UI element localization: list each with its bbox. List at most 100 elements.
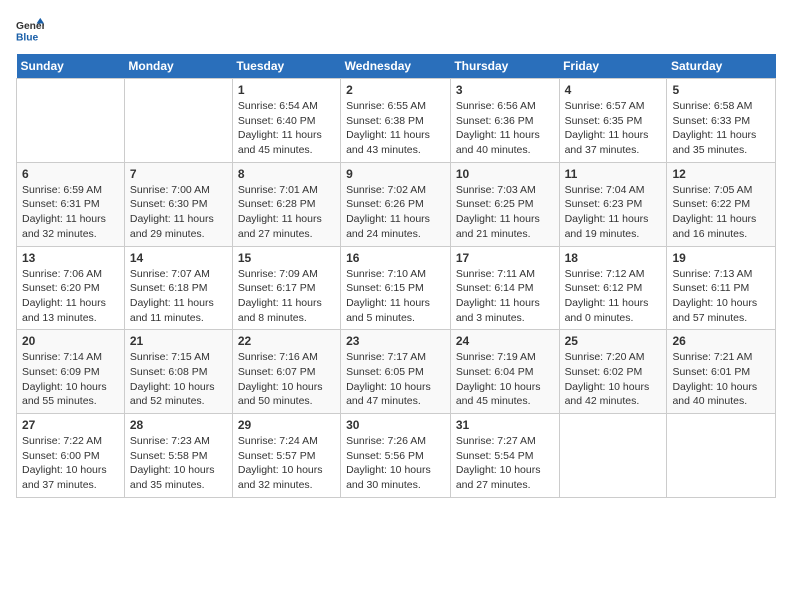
day-info: Sunrise: 6:58 AM Sunset: 6:33 PM Dayligh… xyxy=(672,99,770,158)
day-info: Sunrise: 7:07 AM Sunset: 6:18 PM Dayligh… xyxy=(130,267,227,326)
calendar-cell: 3 Sunrise: 6:56 AM Sunset: 6:36 PM Daylig… xyxy=(450,79,559,163)
day-number: 18 xyxy=(565,251,662,265)
calendar-cell: 29 Sunrise: 7:24 AM Sunset: 5:57 PM Dayli… xyxy=(232,414,340,498)
calendar-cell: 28 Sunrise: 7:23 AM Sunset: 5:58 PM Dayli… xyxy=(124,414,232,498)
day-number: 25 xyxy=(565,334,662,348)
day-info: Sunrise: 7:16 AM Sunset: 6:07 PM Dayligh… xyxy=(238,350,335,409)
day-info: Sunrise: 7:20 AM Sunset: 6:02 PM Dayligh… xyxy=(565,350,662,409)
day-number: 30 xyxy=(346,418,445,432)
day-number: 15 xyxy=(238,251,335,265)
day-number: 23 xyxy=(346,334,445,348)
weekday-header: Monday xyxy=(124,54,232,79)
calendar-cell: 20Sunrise: 7:14 AM Sunset: 6:09 PM Dayli… xyxy=(17,330,125,414)
day-info: Sunrise: 7:26 AM Sunset: 5:56 PM Dayligh… xyxy=(346,434,445,493)
calendar-cell: 14 Sunrise: 7:07 AM Sunset: 6:18 PM Dayli… xyxy=(124,246,232,330)
calendar-cell: 21 Sunrise: 7:15 AM Sunset: 6:08 PM Dayli… xyxy=(124,330,232,414)
day-info: Sunrise: 7:03 AM Sunset: 6:25 PM Dayligh… xyxy=(456,183,554,242)
day-number: 26 xyxy=(672,334,770,348)
calendar-week-row: 6 Sunrise: 6:59 AM Sunset: 6:31 PM Daylig… xyxy=(17,162,776,246)
weekday-header: Tuesday xyxy=(232,54,340,79)
day-info: Sunrise: 7:01 AM Sunset: 6:28 PM Dayligh… xyxy=(238,183,335,242)
calendar-cell xyxy=(124,79,232,163)
day-info: Sunrise: 7:06 AM Sunset: 6:20 PM Dayligh… xyxy=(22,267,119,326)
day-info: Sunrise: 6:59 AM Sunset: 6:31 PM Dayligh… xyxy=(22,183,119,242)
day-info: Sunrise: 7:23 AM Sunset: 5:58 PM Dayligh… xyxy=(130,434,227,493)
day-number: 11 xyxy=(565,167,662,181)
weekday-header: Wednesday xyxy=(341,54,451,79)
day-info: Sunrise: 7:12 AM Sunset: 6:12 PM Dayligh… xyxy=(565,267,662,326)
day-number: 14 xyxy=(130,251,227,265)
calendar-cell: 1 Sunrise: 6:54 AM Sunset: 6:40 PM Daylig… xyxy=(232,79,340,163)
day-number: 28 xyxy=(130,418,227,432)
day-info: Sunrise: 7:24 AM Sunset: 5:57 PM Dayligh… xyxy=(238,434,335,493)
calendar-cell: 2Sunrise: 6:55 AM Sunset: 6:38 PM Daylig… xyxy=(341,79,451,163)
day-number: 13 xyxy=(22,251,119,265)
day-number: 3 xyxy=(456,83,554,97)
calendar-cell: 27 Sunrise: 7:22 AM Sunset: 6:00 PM Dayli… xyxy=(17,414,125,498)
day-info: Sunrise: 7:11 AM Sunset: 6:14 PM Dayligh… xyxy=(456,267,554,326)
calendar-cell: 15 Sunrise: 7:09 AM Sunset: 6:17 PM Dayli… xyxy=(232,246,340,330)
calendar-cell: 13 Sunrise: 7:06 AM Sunset: 6:20 PM Dayli… xyxy=(17,246,125,330)
calendar-week-row: 27 Sunrise: 7:22 AM Sunset: 6:00 PM Dayli… xyxy=(17,414,776,498)
calendar-cell: 19 Sunrise: 7:13 AM Sunset: 6:11 PM Dayli… xyxy=(667,246,776,330)
calendar-table: SundayMondayTuesdayWednesdayThursdayFrid… xyxy=(16,54,776,498)
day-info: Sunrise: 7:19 AM Sunset: 6:04 PM Dayligh… xyxy=(456,350,554,409)
day-info: Sunrise: 7:15 AM Sunset: 6:08 PM Dayligh… xyxy=(130,350,227,409)
weekday-header: Thursday xyxy=(450,54,559,79)
day-info: Sunrise: 7:02 AM Sunset: 6:26 PM Dayligh… xyxy=(346,183,445,242)
calendar-week-row: 1 Sunrise: 6:54 AM Sunset: 6:40 PM Daylig… xyxy=(17,79,776,163)
weekday-header: Saturday xyxy=(667,54,776,79)
calendar-cell: 31 Sunrise: 7:27 AM Sunset: 5:54 PM Dayli… xyxy=(450,414,559,498)
day-number: 17 xyxy=(456,251,554,265)
day-info: Sunrise: 7:13 AM Sunset: 6:11 PM Dayligh… xyxy=(672,267,770,326)
day-number: 27 xyxy=(22,418,119,432)
calendar-cell: 16Sunrise: 7:10 AM Sunset: 6:15 PM Dayli… xyxy=(341,246,451,330)
calendar-cell: 7Sunrise: 7:00 AM Sunset: 6:30 PM Daylig… xyxy=(124,162,232,246)
day-number: 22 xyxy=(238,334,335,348)
logo: General Blue xyxy=(16,16,48,44)
svg-text:Blue: Blue xyxy=(16,32,39,43)
day-info: Sunrise: 7:17 AM Sunset: 6:05 PM Dayligh… xyxy=(346,350,445,409)
day-number: 21 xyxy=(130,334,227,348)
day-info: Sunrise: 6:55 AM Sunset: 6:38 PM Dayligh… xyxy=(346,99,445,158)
day-number: 5 xyxy=(672,83,770,97)
calendar-cell xyxy=(559,414,667,498)
day-info: Sunrise: 6:56 AM Sunset: 6:36 PM Dayligh… xyxy=(456,99,554,158)
weekday-header: Friday xyxy=(559,54,667,79)
day-info: Sunrise: 7:21 AM Sunset: 6:01 PM Dayligh… xyxy=(672,350,770,409)
day-info: Sunrise: 7:22 AM Sunset: 6:00 PM Dayligh… xyxy=(22,434,119,493)
calendar-cell: 17 Sunrise: 7:11 AM Sunset: 6:14 PM Dayli… xyxy=(450,246,559,330)
day-info: Sunrise: 7:27 AM Sunset: 5:54 PM Dayligh… xyxy=(456,434,554,493)
day-number: 8 xyxy=(238,167,335,181)
calendar-cell: 30 Sunrise: 7:26 AM Sunset: 5:56 PM Dayli… xyxy=(341,414,451,498)
calendar-cell: 4Sunrise: 6:57 AM Sunset: 6:35 PM Daylig… xyxy=(559,79,667,163)
weekday-header: Sunday xyxy=(17,54,125,79)
day-info: Sunrise: 7:04 AM Sunset: 6:23 PM Dayligh… xyxy=(565,183,662,242)
calendar-week-row: 13 Sunrise: 7:06 AM Sunset: 6:20 PM Dayli… xyxy=(17,246,776,330)
calendar-cell: 10Sunrise: 7:03 AM Sunset: 6:25 PM Dayli… xyxy=(450,162,559,246)
day-info: Sunrise: 7:14 AM Sunset: 6:09 PM Dayligh… xyxy=(22,350,119,409)
calendar-cell: 8 Sunrise: 7:01 AM Sunset: 6:28 PM Daylig… xyxy=(232,162,340,246)
day-number: 9 xyxy=(346,167,445,181)
day-number: 31 xyxy=(456,418,554,432)
calendar-cell: 24Sunrise: 7:19 AM Sunset: 6:04 PM Dayli… xyxy=(450,330,559,414)
calendar-cell: 12 Sunrise: 7:05 AM Sunset: 6:22 PM Dayli… xyxy=(667,162,776,246)
calendar-cell: 25 Sunrise: 7:20 AM Sunset: 6:02 PM Dayli… xyxy=(559,330,667,414)
day-info: Sunrise: 7:10 AM Sunset: 6:15 PM Dayligh… xyxy=(346,267,445,326)
day-number: 6 xyxy=(22,167,119,181)
day-number: 19 xyxy=(672,251,770,265)
day-info: Sunrise: 7:05 AM Sunset: 6:22 PM Dayligh… xyxy=(672,183,770,242)
day-info: Sunrise: 7:00 AM Sunset: 6:30 PM Dayligh… xyxy=(130,183,227,242)
day-number: 29 xyxy=(238,418,335,432)
calendar-week-row: 20Sunrise: 7:14 AM Sunset: 6:09 PM Dayli… xyxy=(17,330,776,414)
calendar-cell: 23 Sunrise: 7:17 AM Sunset: 6:05 PM Dayli… xyxy=(341,330,451,414)
calendar-cell: 18 Sunrise: 7:12 AM Sunset: 6:12 PM Dayli… xyxy=(559,246,667,330)
day-info: Sunrise: 7:09 AM Sunset: 6:17 PM Dayligh… xyxy=(238,267,335,326)
calendar-cell: 22 Sunrise: 7:16 AM Sunset: 6:07 PM Dayli… xyxy=(232,330,340,414)
calendar-cell xyxy=(667,414,776,498)
day-info: Sunrise: 6:54 AM Sunset: 6:40 PM Dayligh… xyxy=(238,99,335,158)
day-number: 1 xyxy=(238,83,335,97)
calendar-cell: 26 Sunrise: 7:21 AM Sunset: 6:01 PM Dayli… xyxy=(667,330,776,414)
day-info: Sunrise: 6:57 AM Sunset: 6:35 PM Dayligh… xyxy=(565,99,662,158)
day-number: 12 xyxy=(672,167,770,181)
